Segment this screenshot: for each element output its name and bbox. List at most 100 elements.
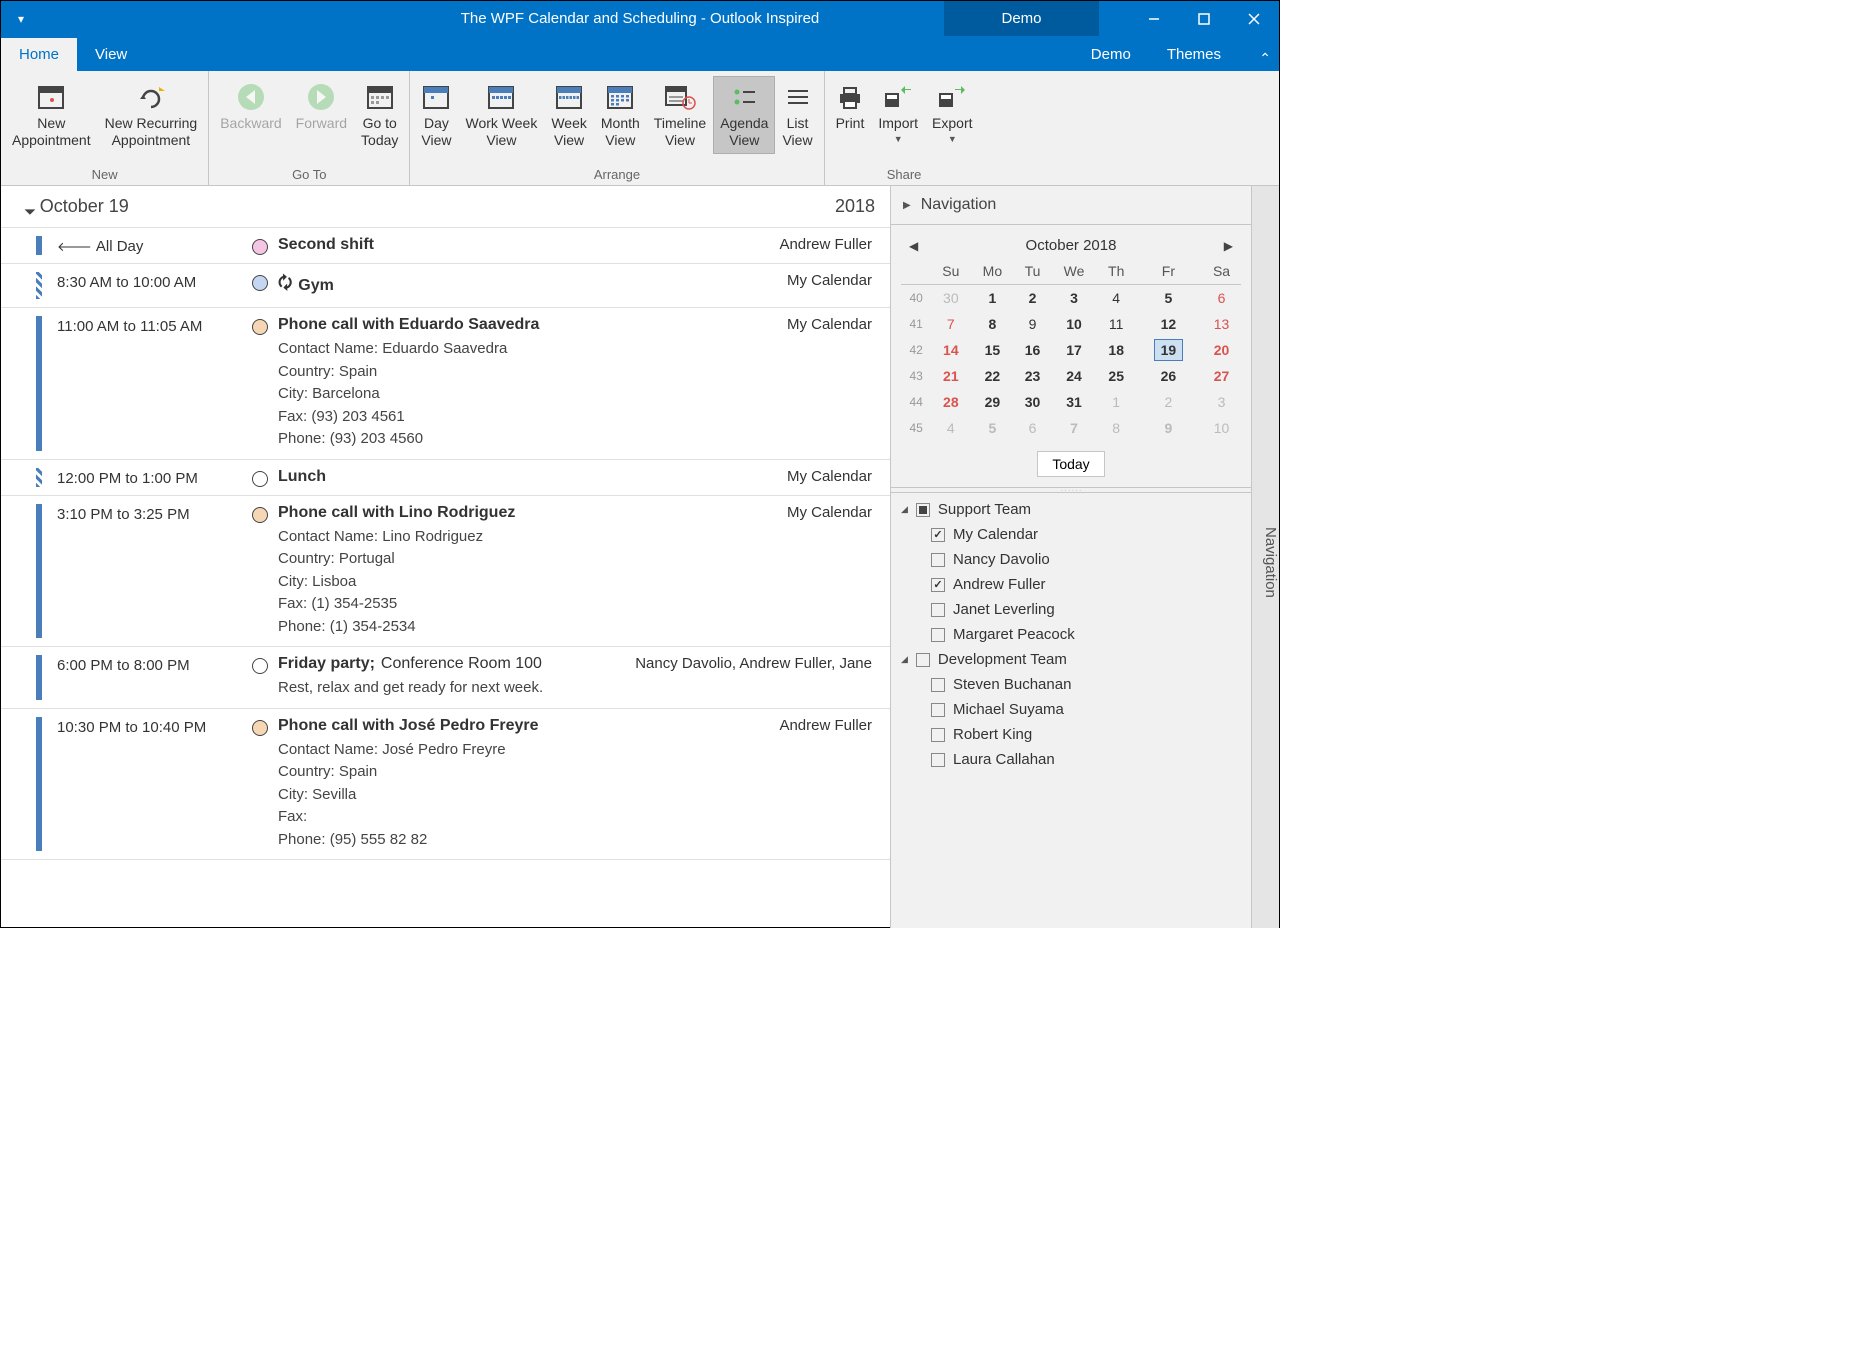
calendar-day[interactable]: 1: [1098, 389, 1135, 415]
calendar-day[interactable]: 6: [1202, 285, 1241, 312]
calendar-item[interactable]: Janet Leverling: [891, 597, 1251, 622]
calendar-day[interactable]: 8: [970, 311, 1014, 337]
calendar-day[interactable]: 28: [931, 389, 970, 415]
ribbon-collapse-button[interactable]: ⌃: [1259, 50, 1271, 67]
month-view-button[interactable]: Month View: [594, 76, 647, 154]
calendar-day[interactable]: 16: [1015, 337, 1051, 363]
calendar-day[interactable]: 9: [1015, 311, 1051, 337]
appointment-row[interactable]: 12:00 PM to 1:00 PMLunchMy Calendar: [1, 460, 890, 496]
minimize-button[interactable]: [1129, 1, 1179, 36]
calendar-group[interactable]: Development Team: [891, 647, 1251, 672]
calendar-day[interactable]: 15: [970, 337, 1014, 363]
checkbox[interactable]: [916, 503, 930, 517]
agenda-date[interactable]: October 19: [26, 196, 129, 217]
appointment-row[interactable]: 🡐All DaySecond shiftAndrew Fuller: [1, 228, 890, 264]
today-button[interactable]: Today: [1037, 451, 1104, 477]
checkbox[interactable]: [931, 703, 945, 717]
appointment-row[interactable]: 6:00 PM to 8:00 PMFriday party;Conferenc…: [1, 647, 890, 709]
calendar-day[interactable]: 29: [970, 389, 1014, 415]
prev-month-button[interactable]: ◀: [909, 239, 918, 253]
calendar-group[interactable]: Support Team: [891, 497, 1251, 522]
calendar-day[interactable]: 5: [970, 415, 1014, 441]
checkbox[interactable]: [931, 678, 945, 692]
goto-today-button[interactable]: Go to Today: [354, 76, 405, 154]
checkbox[interactable]: [931, 753, 945, 767]
calendar-day[interactable]: 2: [1135, 389, 1202, 415]
checkbox[interactable]: [931, 603, 945, 617]
workweek-view-button[interactable]: Work Week View: [458, 76, 544, 154]
tab-home[interactable]: Home: [1, 38, 77, 71]
import-button[interactable]: Import▼: [871, 76, 925, 150]
calendar-day[interactable]: 21: [931, 363, 970, 389]
calendar-day[interactable]: 20: [1202, 337, 1241, 363]
calendar-day[interactable]: 4: [1098, 285, 1135, 312]
checkbox[interactable]: [931, 553, 945, 567]
calendar-day[interactable]: 26: [1135, 363, 1202, 389]
calendar-item[interactable]: Robert King: [891, 722, 1251, 747]
calendar-day[interactable]: 24: [1050, 363, 1097, 389]
calendar-day[interactable]: 12: [1135, 311, 1202, 337]
agenda-list[interactable]: 🡐All DaySecond shiftAndrew Fuller8:30 AM…: [1, 228, 890, 928]
calendar-day[interactable]: 6: [1015, 415, 1051, 441]
appointment-row[interactable]: 3:10 PM to 3:25 PMPhone call with Lino R…: [1, 496, 890, 648]
day-view-button[interactable]: Day View: [414, 76, 458, 154]
week-view-button[interactable]: Week View: [544, 76, 594, 154]
mini-month-label[interactable]: October 2018: [1026, 237, 1117, 254]
calendar-day[interactable]: 8: [1098, 415, 1135, 441]
calendar-day[interactable]: 10: [1050, 311, 1097, 337]
calendar-day[interactable]: 30: [1015, 389, 1051, 415]
new-recurring-button[interactable]: New Recurring Appointment: [98, 76, 205, 154]
calendar-day[interactable]: 22: [970, 363, 1014, 389]
tab-demo[interactable]: Demo: [1073, 38, 1149, 71]
navigation-header[interactable]: Navigation: [891, 186, 1251, 225]
calendar-day[interactable]: 27: [1202, 363, 1241, 389]
checkbox[interactable]: [931, 728, 945, 742]
calendar-day[interactable]: 9: [1135, 415, 1202, 441]
calendar-day[interactable]: 23: [1015, 363, 1051, 389]
appointment-row[interactable]: 10:30 PM to 10:40 PMPhone call with José…: [1, 709, 890, 861]
calendar-item[interactable]: Margaret Peacock: [891, 622, 1251, 647]
calendar-day[interactable]: 7: [1050, 415, 1097, 441]
calendar-day[interactable]: 7: [931, 311, 970, 337]
next-month-button[interactable]: ▶: [1224, 239, 1233, 253]
checkbox[interactable]: [916, 653, 930, 667]
calendar-day[interactable]: 17: [1050, 337, 1097, 363]
calendar-day[interactable]: 1: [970, 285, 1014, 312]
calendar-day[interactable]: 25: [1098, 363, 1135, 389]
calendar-day[interactable]: 3: [1050, 285, 1097, 312]
appointment-row[interactable]: 8:30 AM to 10:00 AM🗘GymMy Calendar: [1, 264, 890, 308]
export-button[interactable]: Export▼: [925, 76, 979, 150]
calendar-item[interactable]: Andrew Fuller: [891, 572, 1251, 597]
calendar-item[interactable]: Laura Callahan: [891, 747, 1251, 772]
calendar-day[interactable]: 2: [1015, 285, 1051, 312]
new-appointment-button[interactable]: New Appointment: [5, 76, 98, 154]
calendar-day[interactable]: 18: [1098, 337, 1135, 363]
tab-themes[interactable]: Themes: [1149, 38, 1239, 71]
checkbox[interactable]: [931, 528, 945, 542]
calendar-day[interactable]: 30: [931, 285, 970, 312]
maximize-button[interactable]: [1179, 1, 1229, 36]
calendar-item[interactable]: My Calendar: [891, 522, 1251, 547]
close-button[interactable]: [1229, 1, 1279, 36]
qat-dropdown[interactable]: ▾: [1, 12, 41, 26]
calendar-day[interactable]: 5: [1135, 285, 1202, 312]
calendar-day[interactable]: 19: [1135, 337, 1202, 363]
agenda-view-button[interactable]: Agenda View: [713, 76, 775, 154]
list-view-button[interactable]: List View: [775, 76, 819, 154]
calendar-item[interactable]: Michael Suyama: [891, 697, 1251, 722]
appointment-row[interactable]: 11:00 AM to 11:05 AMPhone call with Edua…: [1, 308, 890, 460]
calendar-day[interactable]: 4: [931, 415, 970, 441]
checkbox[interactable]: [931, 628, 945, 642]
calendar-day[interactable]: 3: [1202, 389, 1241, 415]
calendar-day[interactable]: 14: [931, 337, 970, 363]
checkbox[interactable]: [931, 578, 945, 592]
calendar-item[interactable]: Steven Buchanan: [891, 672, 1251, 697]
calendar-day[interactable]: 13: [1202, 311, 1241, 337]
tab-view[interactable]: View: [77, 38, 145, 71]
calendar-day[interactable]: 31: [1050, 389, 1097, 415]
timeline-view-button[interactable]: Timeline View: [647, 76, 713, 154]
navigation-tab-strip[interactable]: Navigation: [1251, 186, 1279, 928]
print-button[interactable]: Print: [829, 76, 872, 137]
calendar-item[interactable]: Nancy Davolio: [891, 547, 1251, 572]
calendar-day[interactable]: 10: [1202, 415, 1241, 441]
